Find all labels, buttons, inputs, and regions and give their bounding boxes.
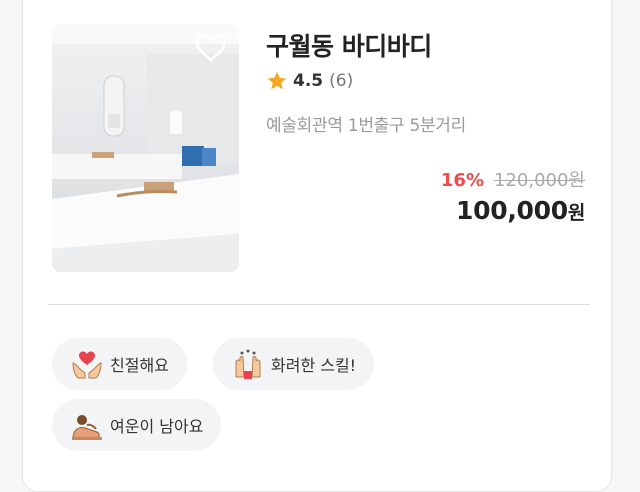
tag-chip-kind[interactable]: 친절해요 bbox=[52, 338, 187, 390]
rating-score: 4.5 bbox=[293, 71, 324, 91]
price-unit: 원 bbox=[567, 202, 585, 224]
rating-row: 4.5 (6) bbox=[266, 70, 353, 92]
tag-label: 화려한 스킬! bbox=[271, 356, 357, 375]
clapping-hands-icon bbox=[235, 349, 261, 379]
favorite-heart-icon[interactable] bbox=[194, 32, 228, 64]
sale-price: 100,000원 bbox=[456, 196, 585, 225]
discount-percent: 16% bbox=[440, 170, 484, 191]
massage-person-icon bbox=[72, 415, 102, 440]
original-price: 120,000원 bbox=[494, 170, 585, 191]
tag-chip-skill[interactable]: 화려한 스킬! bbox=[213, 338, 375, 390]
discount-row: 16% 120,000원 bbox=[441, 166, 585, 192]
review-count: (6) bbox=[329, 71, 354, 91]
sale-price-value: 100,000 bbox=[456, 196, 568, 225]
star-icon bbox=[267, 71, 287, 90]
tag-label: 여운이 남아요 bbox=[110, 417, 204, 436]
listing-title[interactable]: 구월동 바디바디 bbox=[266, 27, 432, 63]
location-text: 예술회관역 1번출구 5분거리 bbox=[266, 116, 466, 136]
heart-hands-icon bbox=[72, 351, 102, 379]
tag-label: 친절해요 bbox=[110, 356, 169, 375]
tag-chip-lingering[interactable]: 여운이 남아요 bbox=[52, 399, 222, 451]
divider bbox=[48, 304, 590, 305]
